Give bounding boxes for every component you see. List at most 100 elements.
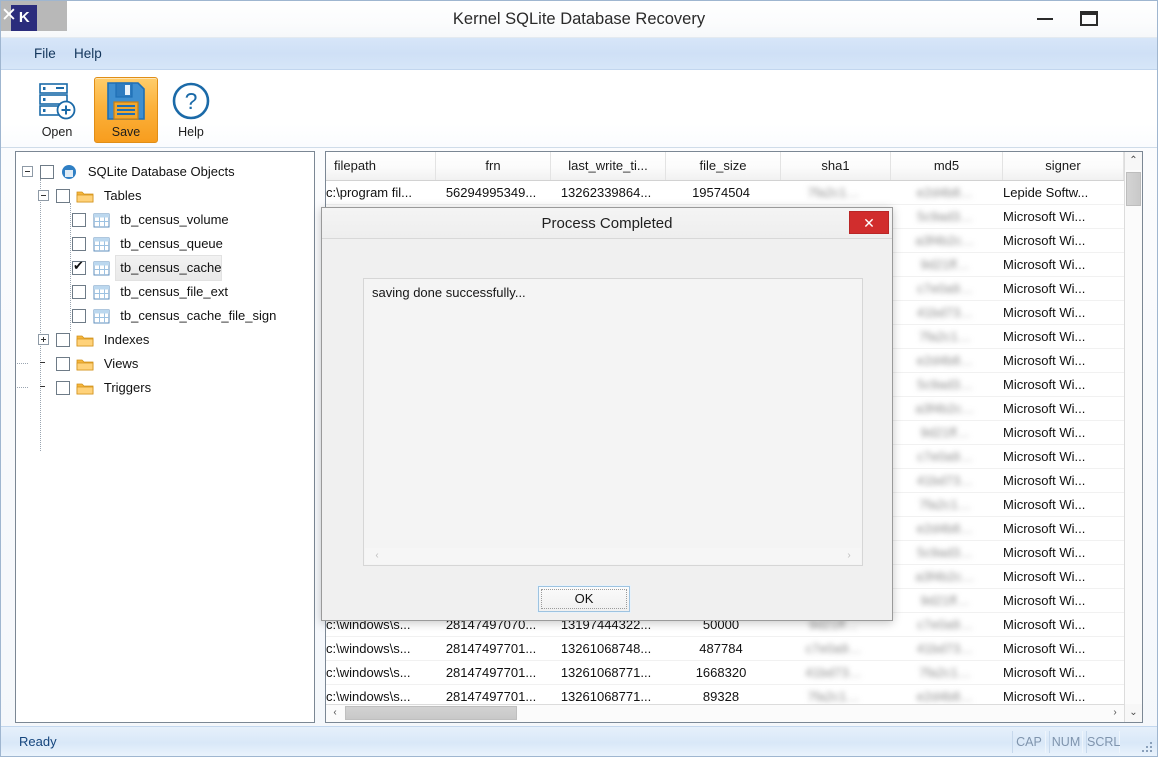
save-button[interactable]: Save xyxy=(94,77,158,143)
status-indicator-num: NUM xyxy=(1049,731,1083,753)
tree-node-triggers[interactable]: Triggers xyxy=(16,375,314,399)
grid-horizontal-scrollbar[interactable]: ‹ › xyxy=(326,704,1124,722)
database-icon xyxy=(60,164,78,180)
cell-signer: Microsoft Wi... xyxy=(1003,257,1086,272)
tb-census-cache-file-sign-checkbox[interactable] xyxy=(72,308,86,323)
cell-frn: 28147497701... xyxy=(445,689,537,704)
tree-node-tb-census-volume[interactable]: tb_census_volume xyxy=(22,207,314,231)
open-button-label: Open xyxy=(41,125,73,139)
column-header-signer[interactable]: signer xyxy=(1003,152,1124,180)
folder-icon xyxy=(76,188,94,204)
tree-node-label: tb_census_volume xyxy=(120,211,229,227)
cell-signer: Microsoft Wi... xyxy=(1003,449,1086,464)
minimize-button[interactable] xyxy=(1023,1,1067,38)
cell-last-write-time: 13261068771... xyxy=(560,689,652,704)
cell-md5: e2d4b8… xyxy=(916,689,974,704)
grid-vertical-scrollbar[interactable]: ⌃ ⌄ xyxy=(1124,152,1142,722)
tree-node-label: Tables xyxy=(103,187,142,203)
status-indicator-cap: CAP xyxy=(1012,731,1046,753)
tree-node-root[interactable]: SQLite Database Objects xyxy=(22,159,314,183)
column-header-sha1[interactable]: sha1 xyxy=(781,152,891,180)
database-objects-tree: SQLite Database Objects Tables tb_census… xyxy=(16,152,314,451)
tree-node-label: SQLite Database Objects xyxy=(87,163,235,179)
cell-md5: a3f4b2c… xyxy=(915,233,975,248)
resize-grip-icon[interactable] xyxy=(1138,738,1152,752)
dialog-close-button[interactable]: ✕ xyxy=(849,211,889,234)
cell-frn: 28147497701... xyxy=(445,641,537,656)
table-row[interactable]: c:\program fil... 56294995349... 132623398… xyxy=(326,181,1124,205)
expand-expander-icon[interactable] xyxy=(38,334,49,346)
collapse-expander-icon[interactable] xyxy=(22,166,33,178)
maximize-button[interactable] xyxy=(1067,1,1111,38)
table-row[interactable]: c:\windows\s... 28147497701... 13261068771… xyxy=(326,685,1124,705)
close-button[interactable]: ✕ xyxy=(1,1,67,31)
help-button[interactable]: ? Help xyxy=(159,77,223,143)
cell-signer: Microsoft Wi... xyxy=(1003,521,1086,536)
tree-node-tb-census-cache[interactable]: tb_census_cache xyxy=(22,255,314,280)
column-header-file-size[interactable]: file_size xyxy=(666,152,781,180)
tree-node-tb-census-file-ext[interactable]: tb_census_file_ext xyxy=(22,279,314,303)
collapse-expander-icon[interactable] xyxy=(38,190,49,202)
column-header-filepath[interactable]: filepath xyxy=(326,152,436,180)
cell-md5: 41bd73… xyxy=(916,641,974,656)
cell-filepath: c:\windows\s... xyxy=(326,665,411,680)
tb-census-cache-checkbox[interactable] xyxy=(72,258,86,275)
cell-md5: 9d21ff… xyxy=(920,257,970,272)
tree-guide-line xyxy=(16,387,28,388)
column-header-md5[interactable]: md5 xyxy=(891,152,1003,180)
cell-md5: 7fa2c1… xyxy=(918,497,972,512)
minimize-icon xyxy=(1037,18,1053,20)
tb-census-file-ext-checkbox[interactable] xyxy=(72,284,86,299)
scroll-left-button[interactable]: ‹ xyxy=(369,548,385,564)
column-header-last-write-time[interactable]: last_write_ti... xyxy=(551,152,666,180)
scrollbar-thumb[interactable] xyxy=(1126,172,1141,206)
cell-last-write-time: 13262339864... xyxy=(560,185,652,200)
scroll-up-button[interactable]: ⌃ xyxy=(1125,152,1142,170)
cell-signer: Microsoft Wi... xyxy=(1003,281,1086,296)
tables-checkbox[interactable] xyxy=(55,188,70,203)
tree-node-tb-census-cache-file-sign[interactable]: tb_census_cache_file_sign xyxy=(22,303,314,327)
table-row[interactable]: c:\windows\s... 28147497701... 13261068748… xyxy=(326,637,1124,661)
tb-census-queue-checkbox[interactable] xyxy=(72,236,86,251)
status-text: Ready xyxy=(19,734,57,749)
cell-filepath: c:\program fil... xyxy=(326,185,412,200)
menu-item-help[interactable]: Help xyxy=(65,38,111,70)
tree-node-indexes[interactable]: Indexes xyxy=(22,327,314,351)
focus-outline xyxy=(541,589,627,609)
scroll-right-button[interactable]: › xyxy=(841,548,857,564)
indexes-checkbox[interactable] xyxy=(55,332,70,347)
dialog-message-box[interactable]: saving done successfully... ‹ › xyxy=(363,278,863,566)
cell-signer: Microsoft Wi... xyxy=(1003,473,1086,488)
cell-signer: Microsoft Wi... xyxy=(1003,377,1086,392)
title-bar: K Kernel SQLite Database Recovery ✕ xyxy=(1,1,1157,38)
scroll-down-button[interactable]: ⌄ xyxy=(1125,704,1142,722)
tree-node-tb-census-queue[interactable]: tb_census_queue xyxy=(22,231,314,255)
cell-signer: Microsoft Wi... xyxy=(1003,401,1086,416)
scrollbar-thumb[interactable] xyxy=(345,706,517,720)
table-row[interactable]: c:\windows\s... 28147497701... 13261068771… xyxy=(326,661,1124,685)
root-checkbox[interactable] xyxy=(39,164,54,179)
tree-panel[interactable]: SQLite Database Objects Tables tb_census… xyxy=(15,151,315,723)
tb-census-volume-checkbox[interactable] xyxy=(72,212,86,227)
column-header-frn[interactable]: frn xyxy=(436,152,551,180)
process-completed-dialog: Process Completed ✕ saving done successf… xyxy=(321,207,893,621)
dialog-ok-button[interactable]: OK xyxy=(538,586,630,612)
scroll-right-button[interactable]: › xyxy=(1106,705,1124,722)
triggers-checkbox[interactable] xyxy=(55,380,70,395)
cell-md5: a3f4b2c… xyxy=(915,401,975,416)
window-title: Kernel SQLite Database Recovery xyxy=(452,10,706,28)
message-horizontal-scrollbar[interactable]: ‹ › xyxy=(365,548,861,564)
cell-md5: 5c9ad3… xyxy=(917,545,973,560)
cell-signer: Microsoft Wi... xyxy=(1003,593,1086,608)
cell-signer: Microsoft Wi... xyxy=(1003,425,1086,440)
tree-node-tables[interactable]: Tables xyxy=(22,183,314,207)
status-bar: Ready CAP NUM SCRL xyxy=(1,726,1157,756)
tree-node-views[interactable]: Views xyxy=(16,351,314,375)
open-button[interactable]: Open xyxy=(25,77,89,143)
cell-frn: 56294995349... xyxy=(445,185,537,200)
views-checkbox[interactable] xyxy=(55,356,70,371)
tree-node-label: Indexes xyxy=(103,331,150,347)
scroll-left-button[interactable]: ‹ xyxy=(326,705,344,722)
cell-md5: c7e0a9… xyxy=(917,449,973,464)
menu-item-file[interactable]: File xyxy=(25,38,65,70)
